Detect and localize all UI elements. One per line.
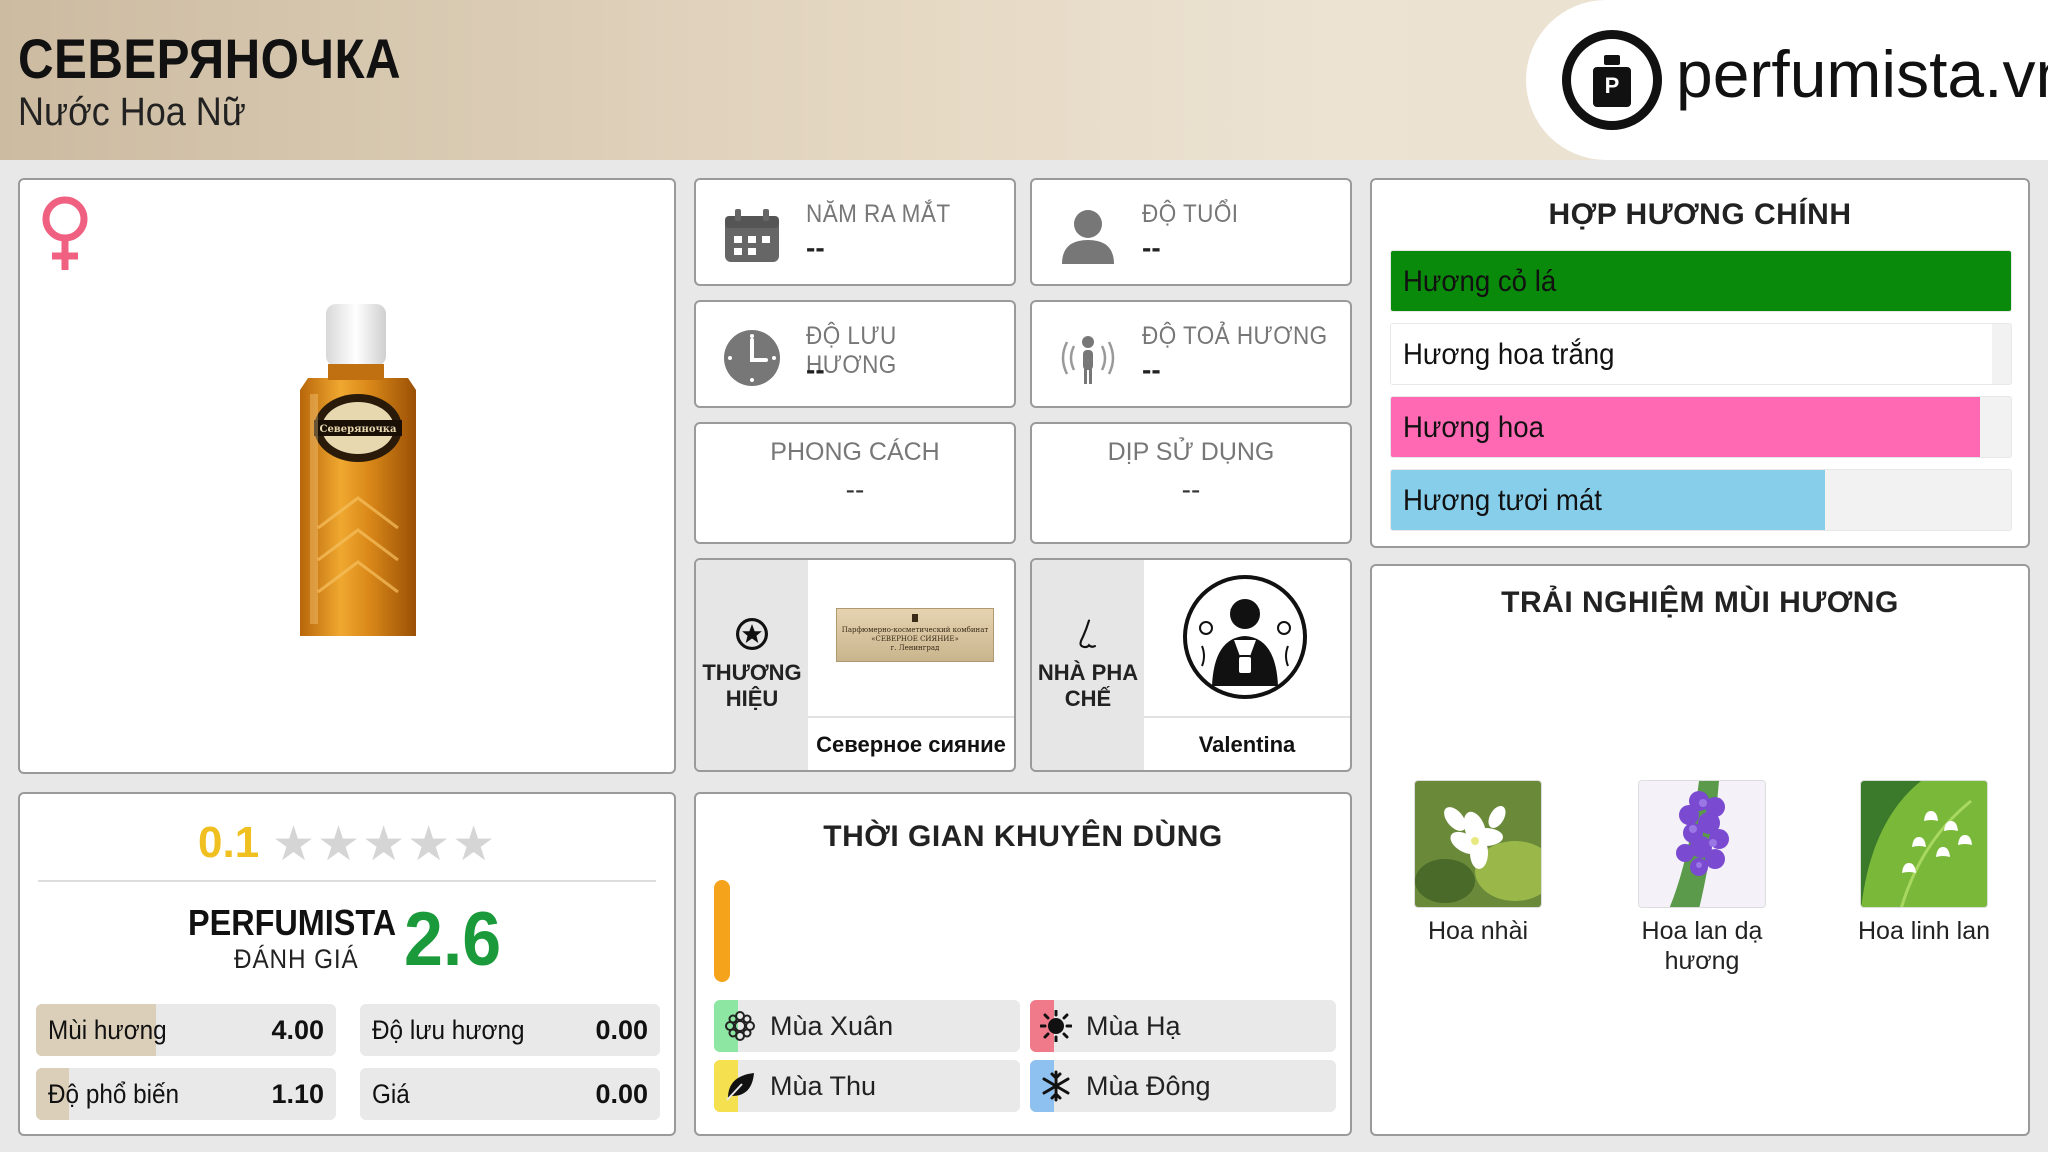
brand-label: HIỆU [725, 686, 779, 711]
tile-label: DỊP SỬ DỤNG [1107, 438, 1275, 466]
tile-value: -- [1142, 232, 1161, 263]
note-hyacinth[interactable]: Hoa lan dạ hương [1612, 780, 1792, 976]
lily-of-the-valley-image [1860, 780, 1988, 908]
metric-popularity: Độ phổ biến 1.10 [36, 1068, 336, 1120]
perfumer-name[interactable]: Valentina Zananyants [1144, 716, 1350, 770]
brand-label: THƯƠNG [702, 660, 802, 685]
product-image-card: Северяночка [18, 178, 676, 774]
note-lily-of-the-valley[interactable]: Hoa linh lan [1834, 780, 2014, 946]
tile-value: -- [806, 232, 825, 263]
product-bottle-image: Северяночка [288, 298, 428, 648]
sillage-person-icon [1061, 336, 1115, 384]
tile-age: ĐỘ TUỔI -- [1030, 178, 1352, 286]
accords-card: HỢP HƯƠNG CHÍNH Hương cỏ lá Hương hoa tr… [1370, 178, 2030, 548]
jasmine-image [1414, 780, 1542, 908]
perfumer-label: CHẾ [1064, 686, 1112, 711]
metric-price: Giá 0.00 [360, 1068, 660, 1120]
season-time-bar [714, 880, 730, 982]
tile-occasion: DỊP SỬ DỤNG -- [1030, 422, 1352, 544]
tile-longevity: ĐỘ LƯU HƯƠNG -- [694, 300, 1016, 408]
page-title: СЕВЕРЯНОЧКА [18, 27, 402, 90]
accord-bar: Hương hoa trắng [1390, 323, 2012, 385]
page-subtitle: Nước Hoa Nữ [18, 90, 246, 134]
leaf-icon [726, 1073, 754, 1101]
season-card: THỜI GIAN KHUYÊN DÙNG Mùa Xuân Mùa Hạ Mù… [694, 792, 1352, 1136]
season-spring: Mùa Xuân [714, 1000, 1020, 1052]
season-title: THỜI GIAN KHUYÊN DÙNG [823, 820, 1223, 853]
tile-value: -- [845, 474, 865, 505]
rating-card: 0.1 ★★★★★ PERFUMISTA ĐÁNH GIÁ 2.6 Mùi hư… [18, 792, 676, 1136]
tile-value: -- [1181, 474, 1201, 505]
perfumista-sublabel: ĐÁNH GIÁ [234, 944, 359, 974]
logo-text: perfumista.vn [1676, 37, 2048, 111]
tile-label: ĐỘ LƯU HƯƠNG [806, 322, 897, 379]
brand-logo-image: Парфюмерно-косметический комбинат «СЕВЕР… [836, 608, 994, 662]
star-rating[interactable]: ★★★★★ [272, 816, 497, 872]
tile-launch-year: NĂM RA MẮT -- [694, 178, 1016, 286]
divider [38, 880, 656, 882]
season-autumn: Mùa Thu [714, 1060, 1020, 1112]
note-jasmine[interactable]: Hoa nhài [1388, 780, 1568, 946]
perfume-bottle-logo-icon: P [1562, 30, 1662, 130]
female-symbol-icon [42, 196, 88, 270]
season-summer: Mùa Hạ [1030, 1000, 1336, 1052]
person-icon [1062, 210, 1114, 264]
perfumista-score: 2.6 [404, 897, 502, 982]
tile-value: -- [806, 354, 825, 385]
notes-card: TRẢI NGHIỆM MÙI HƯƠNG Hoa nhài Hoa lan d… [1370, 564, 2030, 1136]
brand-card[interactable]: THƯƠNG HIỆU Парфюмерно-косметический ком… [694, 558, 1016, 772]
tile-label: PHONG CÁCH [770, 438, 940, 466]
accords-title: HỢP HƯƠNG CHÍNH [1548, 198, 1852, 231]
tile-sillage: ĐỘ TOẢ HƯƠNG -- [1030, 300, 1352, 408]
season-winter: Mùa Đông [1030, 1060, 1336, 1112]
star-badge-icon [736, 618, 768, 650]
bottle-label-text: Северяночка [319, 424, 397, 435]
notes-title: TRẢI NGHIỆM MÙI HƯƠNG [1501, 586, 1899, 619]
sun-icon [1040, 1010, 1072, 1042]
tile-label: ĐỘ TOẢ HƯƠNG [1142, 322, 1328, 350]
calendar-icon [725, 209, 779, 262]
perfumer-avatar [1183, 575, 1307, 699]
perfumer-side-panel: NHÀ PHA CHẾ [1032, 560, 1144, 770]
brand-side-panel: THƯƠNG HIỆU [696, 560, 808, 770]
snowflake-icon [1042, 1070, 1070, 1102]
metric-scent: Mùi hương 4.00 [36, 1004, 336, 1056]
clock-icon [724, 330, 780, 386]
perfumista-label: PERFUMISTA [188, 902, 397, 943]
tile-label: ĐỘ TUỔI [1142, 200, 1239, 228]
metric-longevity: Độ lưu hương 0.00 [360, 1004, 660, 1056]
brand-emblem-icon [912, 614, 918, 622]
brand-name[interactable]: Северное сияние [808, 716, 1014, 770]
tile-value: -- [1142, 354, 1161, 385]
header: СЕВЕРЯНОЧКА Nước Hoa Nữ P perfumista.vn [0, 0, 2048, 160]
tile-label: NĂM RA MẮT [806, 200, 951, 228]
tile-style: PHONG CÁCH -- [694, 422, 1016, 544]
accord-bar: Hương tươi mát [1390, 469, 2012, 531]
hyacinth-image [1638, 780, 1766, 908]
perfumer-label: NHÀ PHA [1037, 660, 1139, 685]
user-rating-score: 0.1 [198, 818, 260, 867]
perfumer-card[interactable]: NHÀ PHA CHẾ Valentina Zananyants [1030, 558, 1352, 772]
site-logo[interactable]: P perfumista.vn [1526, 0, 2048, 160]
nose-icon [1079, 619, 1097, 649]
accord-bar: Hương hoa [1390, 396, 2012, 458]
flower-icon [725, 1011, 755, 1041]
accord-bar: Hương cỏ lá [1390, 250, 2012, 312]
